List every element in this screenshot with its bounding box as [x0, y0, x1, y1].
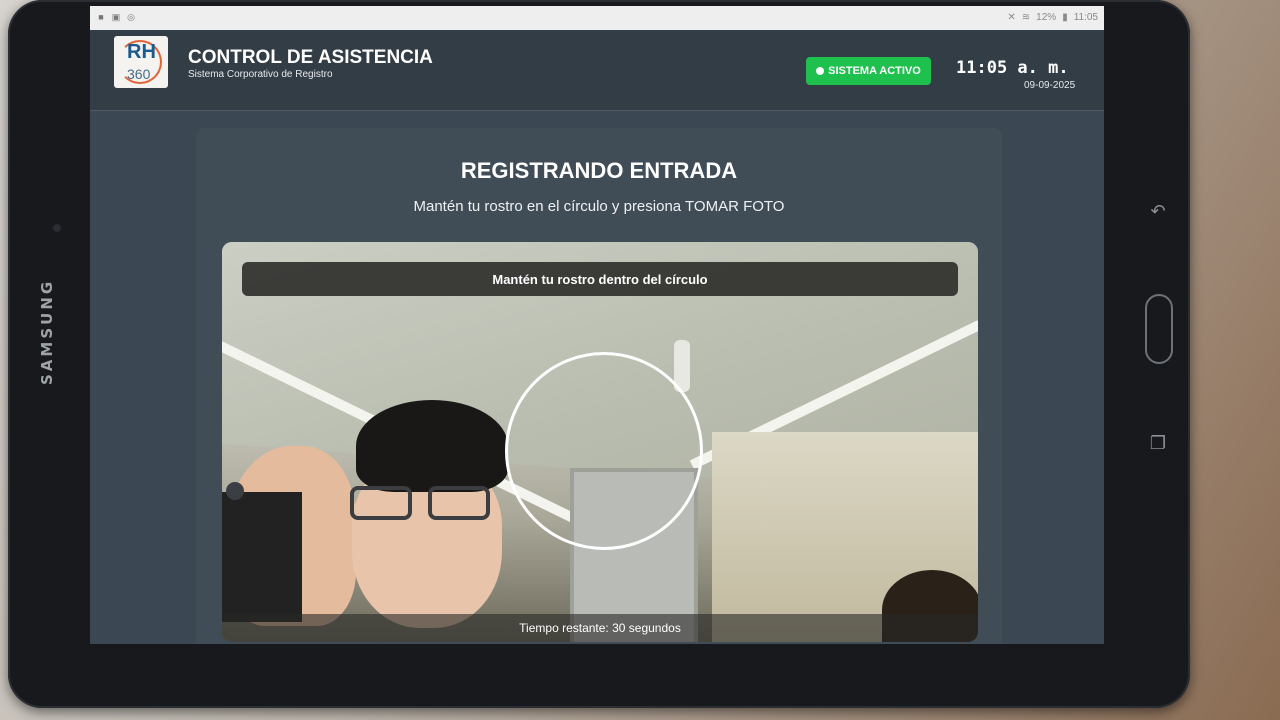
- app-title: CONTROL DE ASISTENCIA: [188, 47, 433, 68]
- wifi-icon: ≋: [1021, 12, 1031, 23]
- status-label: SISTEMA ACTIVO: [828, 65, 921, 77]
- clock: 11:05 a. m.: [956, 58, 1069, 78]
- person-hair: [356, 400, 508, 492]
- device-brand: SAMSUNG: [38, 278, 56, 385]
- front-camera: [52, 223, 62, 233]
- app-header: RH 360 CONTROL DE ASISTENCIA Sistema Cor…: [90, 30, 1104, 111]
- camera-preview: Mantén tu rostro dentro del círculo Tiem…: [222, 242, 978, 642]
- home-button[interactable]: [1145, 294, 1173, 364]
- status-dot-icon: [816, 67, 825, 75]
- video-icon: ■: [98, 12, 104, 22]
- held-phone: [222, 492, 302, 622]
- glasses-right: [428, 486, 490, 520]
- glasses-left: [350, 486, 412, 520]
- status-bar: ■ ▣ ◎ ✕ ≋ 12% ▮ 11:05: [90, 6, 1104, 30]
- rh360-logo: RH 360: [114, 36, 168, 88]
- countdown-timer: Tiempo restante: 30 segundos: [222, 614, 978, 642]
- recent-apps-icon[interactable]: ❐: [1148, 434, 1168, 454]
- system-status-badge: SISTEMA ACTIVO: [806, 57, 931, 85]
- back-button-icon[interactable]: ↶: [1148, 202, 1168, 222]
- date: 09-09-2025: [1024, 80, 1076, 91]
- sync-icon: ◎: [127, 12, 135, 22]
- app-screen: ■ ▣ ◎ ✕ ≋ 12% ▮ 11:05 RH 360 CONTROL DE …: [90, 6, 1104, 644]
- page-title: REGISTRANDO ENTRADA: [460, 158, 738, 183]
- logo-number: 360: [127, 66, 151, 82]
- app-subtitle: Sistema Corporativo de Registro: [188, 69, 333, 80]
- camera-instruction-banner: Mantén tu rostro dentro del círculo: [242, 262, 958, 296]
- logo-text: RH: [127, 41, 156, 63]
- face-guide-circle: [505, 352, 703, 550]
- phone-camera-lens: [226, 482, 244, 500]
- status-time: 11:05: [1073, 12, 1098, 23]
- battery-icon: ▮: [1062, 12, 1068, 23]
- image-icon: ▣: [111, 12, 121, 22]
- mute-icon: ✕: [1007, 12, 1016, 23]
- instruction-text: Mantén tu rostro en el círculo y presion…: [413, 198, 785, 215]
- battery-level: 12%: [1036, 12, 1057, 23]
